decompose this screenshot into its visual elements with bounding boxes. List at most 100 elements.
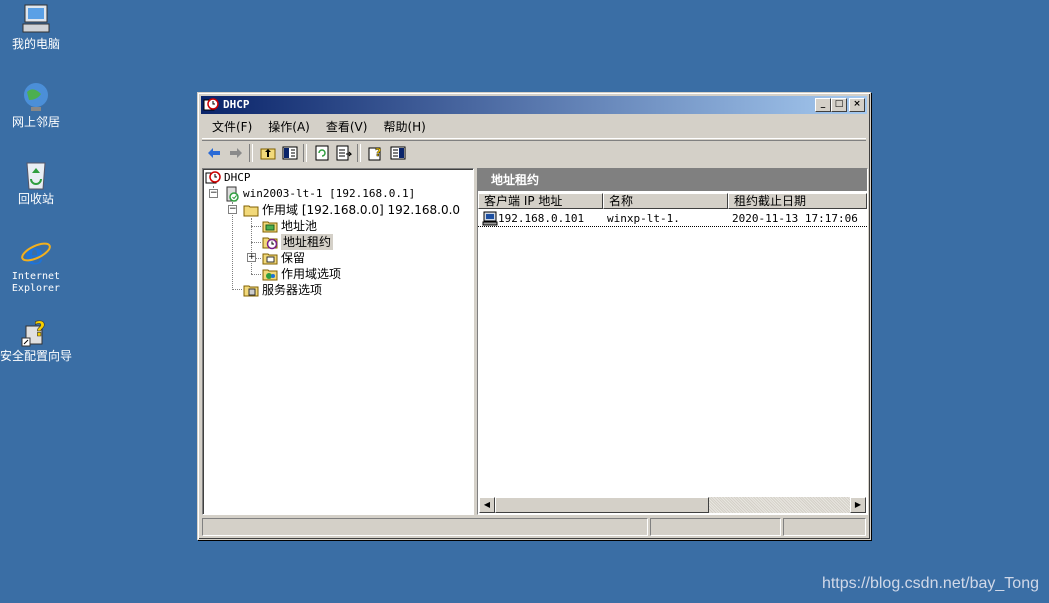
refresh-button[interactable] (312, 143, 332, 163)
status-panel-3 (783, 518, 866, 536)
menu-view[interactable]: 查看(V) (318, 117, 376, 137)
refresh-icon (315, 145, 329, 161)
network-places-icon (19, 80, 53, 114)
dhcp-icon (205, 170, 221, 186)
tree-node-reservations[interactable]: 保留 (262, 250, 305, 266)
expand-toggle[interactable]: + (247, 253, 256, 262)
watermark: https://blog.csdn.net/bay_Tong (821, 575, 1039, 592)
table-row[interactable]: 192.168.0.101 winxp-lt-1. 2020-11-13 17:… (478, 210, 867, 227)
menu-action[interactable]: 操作(A) (260, 117, 318, 137)
forward-icon (230, 148, 242, 158)
maximize-button[interactable]: □ (831, 98, 847, 112)
up-icon (260, 148, 276, 160)
toolbar: ? (202, 140, 866, 165)
toolbar-separator (249, 144, 253, 162)
forward-button[interactable] (226, 143, 246, 163)
svg-text:e: e (25, 237, 44, 269)
tree-node-server-options[interactable]: 服务器选项 (243, 282, 322, 298)
cell-name: winxp-lt-1. (607, 211, 680, 225)
scroll-right-button[interactable]: ▶ (850, 497, 866, 513)
svg-text:?: ? (34, 317, 46, 341)
cell-client-ip: 192.168.0.101 (498, 211, 585, 225)
collapse-toggle[interactable]: − (228, 205, 237, 214)
properties-icon (390, 146, 406, 160)
desktop-icon-security-wizard[interactable]: ? 安全配置向导 (0, 314, 74, 362)
help-button[interactable]: ? (366, 143, 386, 163)
details-pane[interactable]: 地址租约 客户端 IP 地址 名称 租约截止日期 192.168.0.101 w… (477, 168, 868, 515)
close-button[interactable]: × (849, 98, 865, 112)
tree-node-label: 服务器选项 (262, 283, 323, 297)
scope-options-icon (262, 266, 278, 282)
desktop-icon-network-places[interactable]: 网上邻居 (0, 80, 74, 128)
desktop-icon-label: 网上邻居 (11, 115, 60, 129)
tree-node-label: win2003-lt-1 [192.168.0.1] (243, 187, 416, 200)
tree-node-server[interactable]: win2003-lt-1 [192.168.0.1] (224, 186, 415, 202)
server-icon (224, 186, 240, 202)
export-list-icon (336, 145, 352, 161)
computer-icon (482, 210, 498, 226)
back-icon (208, 148, 220, 158)
menu-file[interactable]: 文件(F) (204, 117, 260, 137)
up-one-level-button[interactable] (258, 143, 278, 163)
properties-button[interactable] (388, 143, 408, 163)
internet-explorer-icon: e (19, 235, 53, 272)
svg-text:?: ? (375, 146, 381, 159)
tree-node-label-selected: 地址租约 (281, 234, 334, 250)
desktop-icon-label: Internet Explorer (11, 271, 61, 294)
recycle-bin-icon (19, 157, 53, 191)
tree-node-label: 保留 (281, 251, 306, 265)
tree-pane[interactable]: DHCP − win2003-lt-1 [192.168.0.1] − 作用域 … (202, 168, 474, 515)
tree-node-dhcp[interactable]: DHCP (205, 170, 251, 186)
column-header-name[interactable]: 名称 (603, 193, 728, 209)
status-bar (202, 518, 866, 537)
horizontal-scrollbar[interactable]: ◀ ▶ (479, 497, 866, 513)
title-bar[interactable]: DHCP _ □ × (201, 96, 867, 114)
scroll-thumb[interactable] (495, 497, 709, 513)
column-header-lease-expiry[interactable]: 租约截止日期 (728, 193, 867, 209)
scroll-left-button[interactable]: ◀ (479, 497, 495, 513)
tree-node-scope-options[interactable]: 作用域选项 (262, 266, 341, 282)
tree-node-address-leases[interactable]: 地址租约 (262, 234, 334, 250)
export-list-button[interactable] (334, 143, 354, 163)
toolbar-separator (357, 144, 361, 162)
tree-node-label: 作用域 [192.168.0.0] 192.168.0.0 (262, 203, 461, 217)
column-headers: 客户端 IP 地址 名称 租约截止日期 (478, 193, 867, 209)
minimize-button[interactable]: _ (815, 98, 831, 112)
desktop-icon-label: 安全配置向导 (0, 349, 72, 363)
status-panel-main (202, 518, 648, 536)
tree-node-label: 作用域选项 (281, 267, 342, 281)
tree-connector (232, 289, 242, 290)
status-panel-2 (650, 518, 781, 536)
help-icon: ? (368, 146, 382, 161)
tree-connector (251, 242, 261, 243)
my-computer-icon (19, 2, 53, 36)
reservations-icon (262, 250, 278, 266)
desktop-icon-recycle-bin[interactable]: 回收站 (0, 157, 74, 205)
column-header-client-ip[interactable]: 客户端 IP 地址 (478, 193, 603, 209)
server-options-icon (243, 282, 259, 298)
tree-node-label: 地址池 (281, 219, 318, 233)
back-button[interactable] (204, 143, 224, 163)
tree-connector (232, 202, 233, 290)
collapse-toggle[interactable]: − (209, 189, 218, 198)
dhcp-app-icon (203, 97, 219, 113)
folder-icon (243, 202, 259, 218)
toolbar-separator (303, 144, 307, 162)
address-pool-icon (262, 218, 278, 234)
security-wizard-icon: ? (19, 314, 53, 348)
show-hide-tree-button[interactable] (280, 143, 300, 163)
menu-bar: 文件(F) 操作(A) 查看(V) 帮助(H) (202, 116, 866, 139)
tree-node-address-pool[interactable]: 地址池 (262, 218, 317, 234)
tree-node-label: DHCP (224, 171, 251, 184)
address-leases-icon (262, 234, 278, 250)
dhcp-window[interactable]: DHCP _ □ × 文件(F) 操作(A) 查看(V) 帮助(H) ? DHC… (197, 92, 871, 540)
desktop-icon-label: 回收站 (17, 192, 54, 206)
cell-lease-expiry: 2020-11-13 17:17:06 (732, 211, 858, 225)
show-hide-tree-icon (282, 146, 298, 160)
window-title: DHCP (223, 98, 250, 111)
desktop-icon-label: 我的电脑 (11, 37, 60, 51)
desktop-icon-internet-explorer[interactable]: e Internet Explorer (0, 235, 74, 295)
menu-help[interactable]: 帮助(H) (375, 117, 433, 137)
tree-node-scope[interactable]: 作用域 [192.168.0.0] 192.168.0.0 (243, 202, 460, 218)
desktop-icon-my-computer[interactable]: 我的电脑 (0, 2, 74, 50)
